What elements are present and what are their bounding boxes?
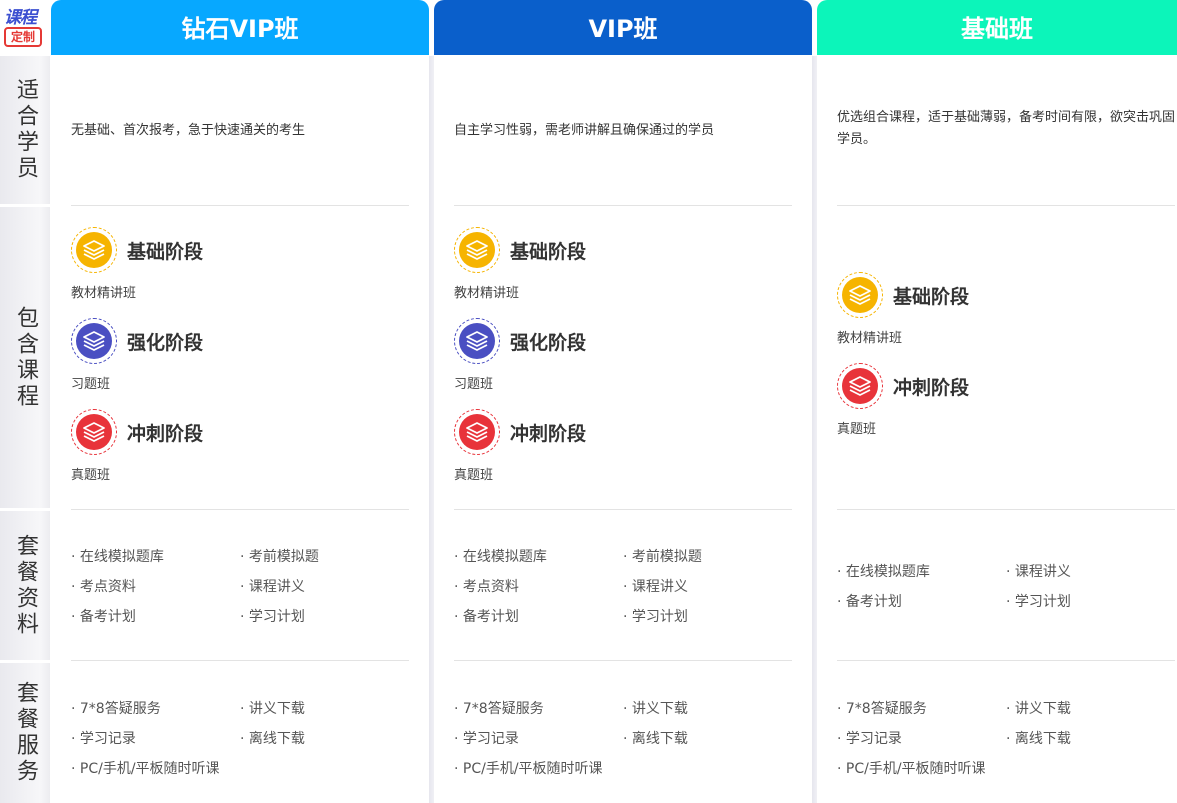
stage-name: 强化阶段 — [510, 331, 587, 354]
list-item: · 课程讲义 — [623, 579, 688, 595]
list-item: · 讲义下载 — [1006, 701, 1071, 717]
plan-column-basic: 基础班 优选组合课程，适于基础薄弱，备考时间有限，欲突击巩固学员。 基础阶段教材… — [817, 0, 1177, 803]
materials-section: · 在线模拟题库 · 考前模拟题 · 考点资料 · 课程讲义 · 备考计划 · 学习计划 — [454, 510, 792, 661]
plan-column-diamond-vip: 钻石VIP班 无基础、首次报考，急于快速通关的考生 基础阶段教材精讲班强化阶段习… — [51, 0, 437, 803]
suitable-text: 无基础、首次报考，急于快速通关的考生 — [71, 123, 306, 138]
list-item: · 学习计划 — [240, 609, 305, 625]
layers-icon — [837, 363, 883, 409]
stage-course[interactable]: 教材精讲班 — [71, 282, 409, 301]
list-item: · 备考计划 — [837, 594, 902, 610]
plan-title[interactable]: VIP班 — [434, 0, 812, 55]
stage-row: 冲刺阶段 — [837, 362, 1175, 410]
materials-list: · 在线模拟题库 · 考前模拟题 · 考点资料 · 课程讲义 · 备考计划 · 学习计划 — [454, 546, 792, 625]
stage-row: 冲刺阶段 — [454, 408, 792, 456]
list-item: · PC/手机/平板随时听课 — [71, 761, 220, 777]
stage-row: 基础阶段 — [837, 271, 1175, 319]
list-item: · 考点资料 — [454, 579, 519, 595]
courses-section: 基础阶段教材精讲班冲刺阶段真题班 — [837, 206, 1175, 510]
stage-name: 冲刺阶段 — [127, 422, 204, 445]
layers-icon — [454, 318, 500, 364]
layers-icon — [837, 272, 883, 318]
logo-line1: 课程 — [4, 8, 37, 28]
plan-title[interactable]: 钻石VIP班 — [51, 0, 429, 55]
stage-course[interactable]: 真题班 — [837, 418, 1175, 437]
stage-name: 基础阶段 — [893, 285, 970, 308]
course-custom-logo: 课程 定制 — [0, 0, 50, 56]
stage-course[interactable]: 真题班 — [71, 464, 409, 483]
list-item: · 考点资料 — [71, 579, 136, 595]
list-item: · 离线下载 — [623, 731, 688, 747]
list-item: · 在线模拟题库 — [454, 549, 547, 565]
list-item: · 学习计划 — [1006, 594, 1071, 610]
courses-section: 基础阶段教材精讲班强化阶段习题班冲刺阶段真题班 — [71, 206, 409, 510]
plan-title[interactable]: 基础班 — [817, 0, 1177, 55]
list-item: · 课程讲义 — [1006, 564, 1071, 580]
list-item: · 备考计划 — [454, 609, 519, 625]
stage-course[interactable]: 教材精讲班 — [837, 327, 1175, 346]
suitable-section: 优选组合课程，适于基础薄弱，备考时间有限，欲突击巩固学员。 — [837, 56, 1175, 206]
plan-column-vip: VIP班 自主学习性弱，需老师讲解且确保通过的学员 基础阶段教材精讲班强化阶段习… — [434, 0, 820, 803]
stage-name: 冲刺阶段 — [893, 376, 970, 399]
list-item: · 讲义下载 — [240, 701, 305, 717]
layers-icon — [71, 227, 117, 273]
row-label-services: 套餐服务 — [0, 663, 50, 803]
layers-icon — [454, 227, 500, 273]
layers-icon — [454, 409, 500, 455]
list-item: · 7*8答疑服务 — [837, 701, 927, 717]
courses-section: 基础阶段教材精讲班强化阶段习题班冲刺阶段真题班 — [454, 206, 792, 510]
stage-name: 基础阶段 — [127, 240, 204, 263]
stage-row: 强化阶段 — [71, 317, 409, 365]
suitable-text: 优选组合课程，适于基础薄弱，备考时间有限，欲突击巩固学员。 — [837, 110, 1176, 147]
services-list: · 7*8答疑服务 · 讲义下载 · 学习记录 · 离线下载 · PC/手机/平板随时听… — [837, 698, 1175, 777]
stage-course[interactable]: 习题班 — [454, 373, 792, 392]
stage-name: 基础阶段 — [510, 240, 587, 263]
stage-course[interactable]: 习题班 — [71, 373, 409, 392]
list-item: · 学习记录 — [71, 731, 136, 747]
materials-list: · 在线模拟题库 · 考前模拟题 · 考点资料 · 课程讲义 · 备考计划 · 学习计划 — [71, 546, 409, 625]
materials-section: · 在线模拟题库 · 课程讲义 · 备考计划 · 学习计划 — [837, 510, 1175, 661]
stage-name: 强化阶段 — [127, 331, 204, 354]
stage-name: 冲刺阶段 — [510, 422, 587, 445]
list-item: · 考前模拟题 — [240, 549, 319, 565]
services-section: · 7*8答疑服务 · 讲义下载 · 学习记录 · 离线下载 · PC/手机/平板随时听… — [71, 661, 409, 803]
suitable-text: 自主学习性弱，需老师讲解且确保通过的学员 — [454, 123, 715, 138]
list-item: · 考前模拟题 — [623, 549, 702, 565]
list-item: · 学习记录 — [454, 731, 519, 747]
stage-course[interactable]: 真题班 — [454, 464, 792, 483]
list-item: · PC/手机/平板随时听课 — [454, 761, 603, 777]
stage-row: 基础阶段 — [71, 226, 409, 274]
list-item: · 离线下载 — [240, 731, 305, 747]
row-label-materials: 套餐资料 — [0, 511, 50, 663]
list-item: · 7*8答疑服务 — [71, 701, 161, 717]
layers-icon — [71, 409, 117, 455]
materials-section: · 在线模拟题库 · 考前模拟题 · 考点资料 · 课程讲义 · 备考计划 · 学习计划 — [71, 510, 409, 661]
suitable-section: 无基础、首次报考，急于快速通关的考生 — [71, 56, 409, 206]
layers-icon — [71, 318, 117, 364]
list-item: · 学习记录 — [837, 731, 902, 747]
list-item: · 学习计划 — [623, 609, 688, 625]
row-label-courses: 包含课程 — [0, 207, 50, 511]
list-item: · 离线下载 — [1006, 731, 1071, 747]
list-item: · 备考计划 — [71, 609, 136, 625]
list-item: · 讲义下载 — [623, 701, 688, 717]
row-label-column: 课程 定制 适合学员 包含课程 套餐资料 套餐服务 — [0, 0, 50, 803]
services-list: · 7*8答疑服务 · 讲义下载 · 学习记录 · 离线下载 · PC/手机/平板随时听… — [454, 698, 792, 777]
stage-course[interactable]: 教材精讲班 — [454, 282, 792, 301]
stage-row: 冲刺阶段 — [71, 408, 409, 456]
list-item: · 7*8答疑服务 — [454, 701, 544, 717]
logo-line2: 定制 — [4, 27, 42, 47]
services-section: · 7*8答疑服务 · 讲义下载 · 学习记录 · 离线下载 · PC/手机/平板随时听… — [837, 661, 1175, 803]
list-item: · PC/手机/平板随时听课 — [837, 761, 986, 777]
services-section: · 7*8答疑服务 · 讲义下载 · 学习记录 · 离线下载 · PC/手机/平板随时听… — [454, 661, 792, 803]
list-item: · 在线模拟题库 — [71, 549, 164, 565]
materials-list: · 在线模拟题库 · 课程讲义 · 备考计划 · 学习计划 — [837, 561, 1175, 610]
suitable-section: 自主学习性弱，需老师讲解且确保通过的学员 — [454, 56, 792, 206]
row-label-suitable: 适合学员 — [0, 56, 50, 207]
list-item: · 课程讲义 — [240, 579, 305, 595]
services-list: · 7*8答疑服务 · 讲义下载 · 学习记录 · 离线下载 · PC/手机/平板随时听… — [71, 698, 409, 777]
stage-row: 强化阶段 — [454, 317, 792, 365]
stage-row: 基础阶段 — [454, 226, 792, 274]
list-item: · 在线模拟题库 — [837, 564, 930, 580]
